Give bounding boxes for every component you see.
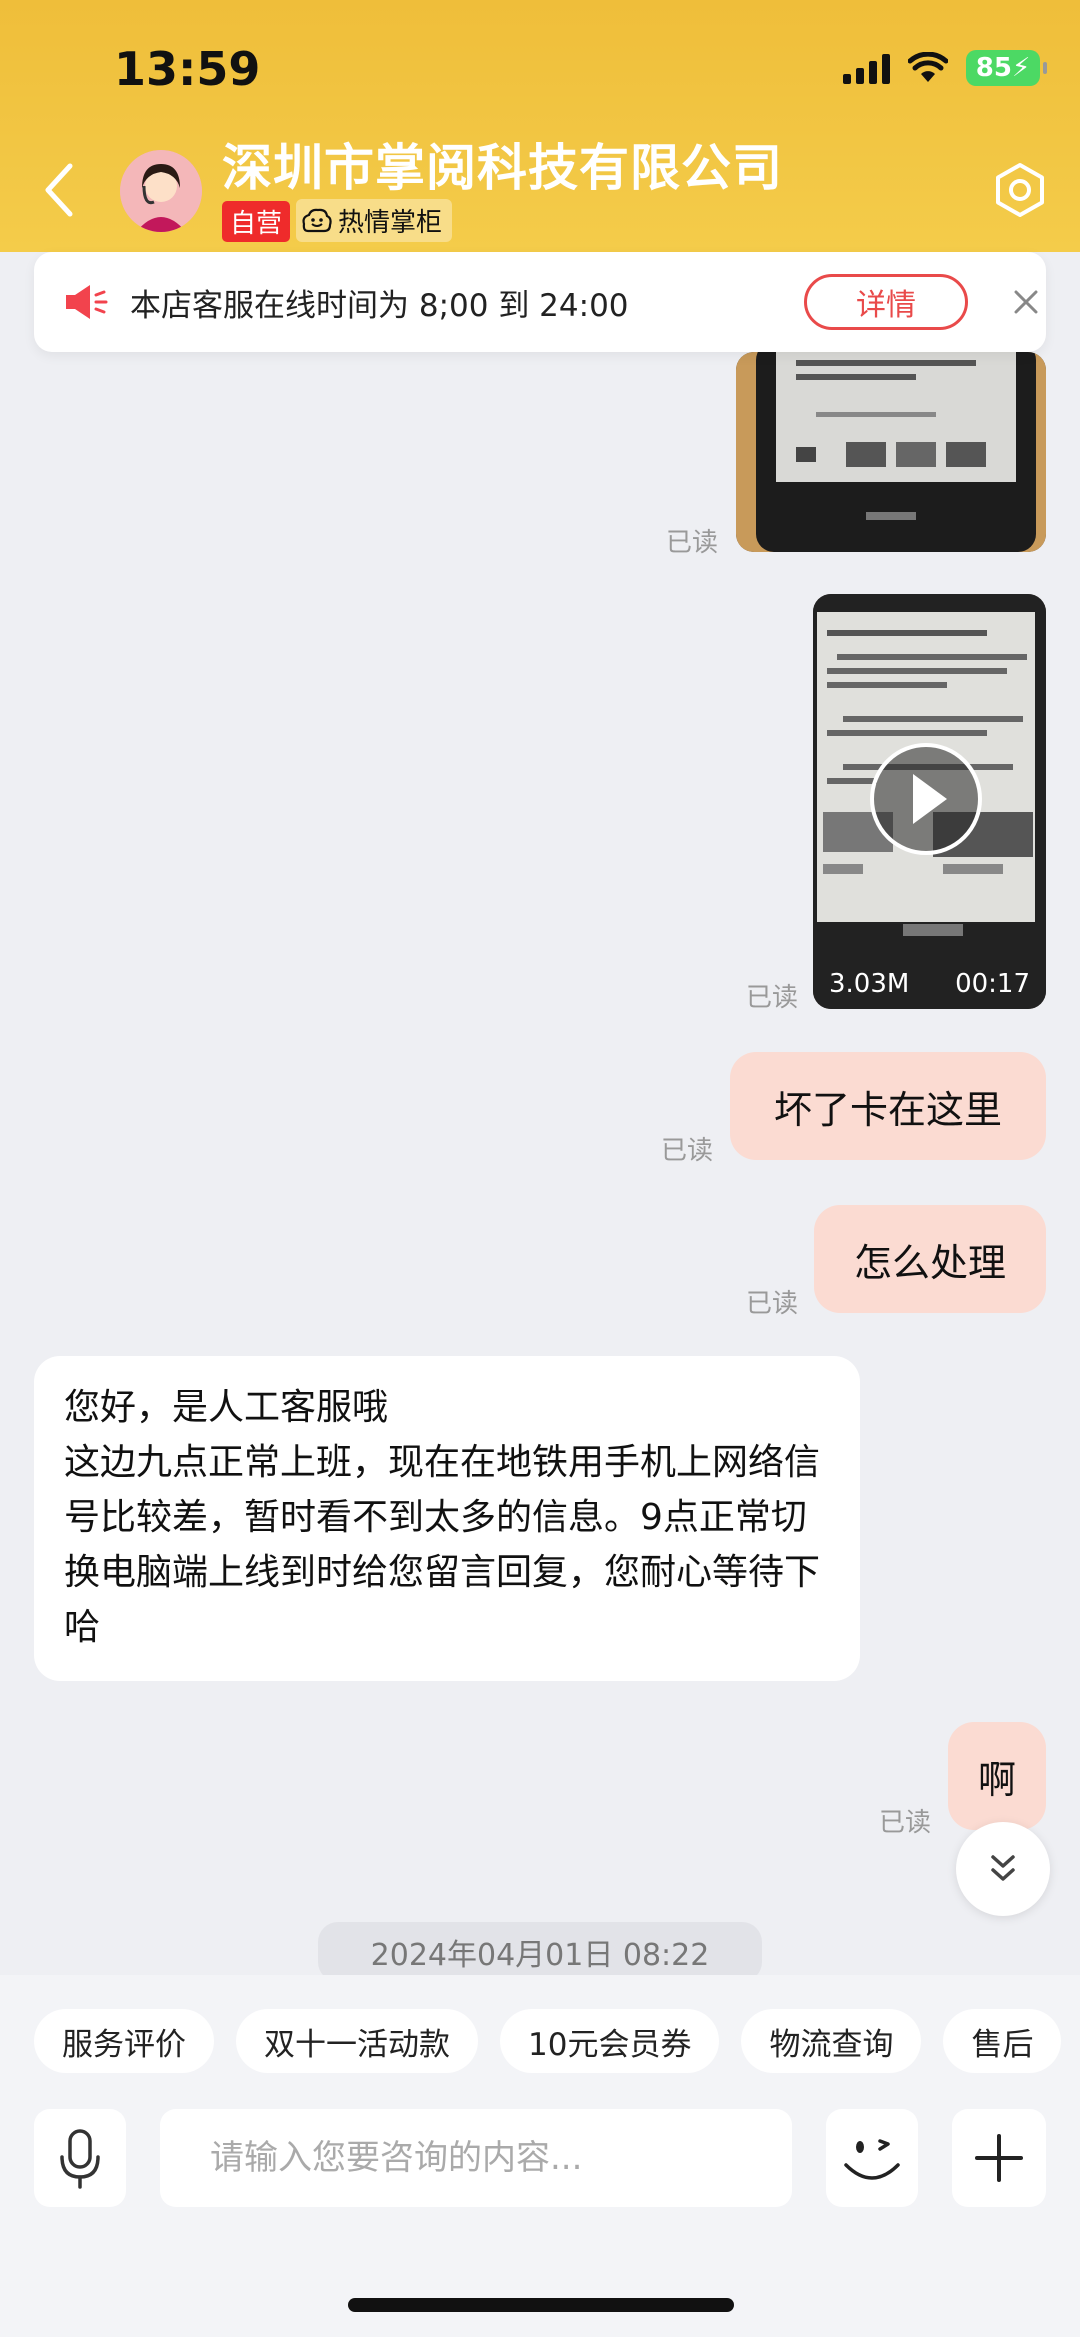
smile-cloud-icon (302, 208, 332, 232)
status-icons: 85 ⚡ (843, 50, 1047, 86)
self-operated-badge: 自营 (222, 201, 291, 242)
message-text: 啊 (977, 1757, 1016, 1802)
double-chevron-down-icon (991, 1855, 1015, 1881)
read-status: 已读 (746, 983, 799, 1013)
emoji-button[interactable] (826, 2109, 918, 2207)
outgoing-message[interactable]: 怎么处理 (814, 1205, 1046, 1313)
microphone-icon (60, 2129, 100, 2189)
plus-icon (975, 2134, 1023, 2182)
speaker-icon (66, 285, 108, 319)
image-message[interactable] (736, 352, 1046, 552)
back-icon[interactable] (40, 160, 80, 220)
hot-shopkeeper-badge: 热情掌柜 (296, 199, 453, 242)
cellular-signal-icon (843, 52, 890, 84)
more-button[interactable] (952, 2109, 1046, 2207)
outgoing-message[interactable]: 坏了卡在这里 (730, 1052, 1046, 1160)
video-message[interactable]: 3.03M 00:17 (813, 594, 1046, 1009)
input-row (34, 2109, 1046, 2207)
shop-avatar[interactable] (120, 150, 202, 232)
notice-text: 本店客服在线时间为 8;00 到 24:00 (130, 288, 629, 324)
read-status: 已读 (879, 1808, 932, 1838)
video-duration: 00:17 (955, 969, 1030, 999)
chip-logistics[interactable]: 物流查询 (741, 2009, 922, 2073)
message-timestamp: 2024年04月01日 08:22 (318, 1922, 762, 1982)
composer-area: 服务评价 双十一活动款 10元会员券 物流查询 售后 (0, 1975, 1080, 2337)
quick-reply-chips: 服务评价 双十一活动款 10元会员券 物流查询 售后 (34, 2009, 1062, 2073)
video-size: 3.03M (829, 969, 910, 999)
message-text: 怎么处理 (853, 1240, 1006, 1285)
read-status: 已读 (746, 1289, 799, 1319)
chip-service-rating[interactable]: 服务评价 (34, 2009, 214, 2073)
agent-avatar-icon (120, 150, 202, 232)
message-input[interactable] (160, 2109, 792, 2207)
scroll-to-bottom-button[interactable] (956, 1822, 1050, 1916)
ereader-photo-icon (736, 352, 1046, 552)
chip-double-eleven[interactable]: 双十一活动款 (236, 2009, 478, 2073)
service-hours-notice: 本店客服在线时间为 8;00 到 24:00 详情 (34, 252, 1046, 352)
read-status: 已读 (661, 1136, 714, 1166)
chip-after-sales[interactable]: 售后 (943, 2009, 1062, 2073)
chip-member-coupon[interactable]: 10元会员券 (500, 2009, 720, 2073)
wink-emoji-icon (844, 2139, 900, 2180)
wifi-icon (908, 52, 948, 82)
battery-icon: 85 ⚡ (966, 50, 1047, 86)
outgoing-message[interactable]: 啊 (948, 1722, 1046, 1830)
chat-header: 13:59 85 ⚡ 深圳市掌阅科技有限公司 自营 热情掌柜 (0, 0, 1080, 252)
hot-shopkeeper-label: 热情掌柜 (338, 208, 443, 238)
ereader-video-thumbnail-icon (813, 594, 1046, 1009)
close-icon[interactable] (1004, 280, 1048, 324)
voice-button[interactable] (34, 2109, 126, 2207)
status-time: 13:59 (114, 42, 261, 96)
settings-icon[interactable] (990, 160, 1050, 220)
notice-detail-button[interactable]: 详情 (804, 274, 968, 330)
message-text: 您好，是人工客服哦 这边九点正常上班，现在在地铁用手机上网络信号比较差，暂时看不… (64, 1387, 821, 1648)
message-text: 坏了卡在这里 (773, 1087, 1002, 1132)
battery-level: 85 (975, 53, 1012, 83)
incoming-message[interactable]: 您好，是人工客服哦 这边九点正常上班，现在在地铁用手机上网络信号比较差，暂时看不… (34, 1356, 860, 1681)
read-status: 已读 (666, 528, 719, 558)
home-indicator (348, 2298, 734, 2312)
shop-name[interactable]: 深圳市掌阅科技有限公司 (222, 128, 783, 200)
